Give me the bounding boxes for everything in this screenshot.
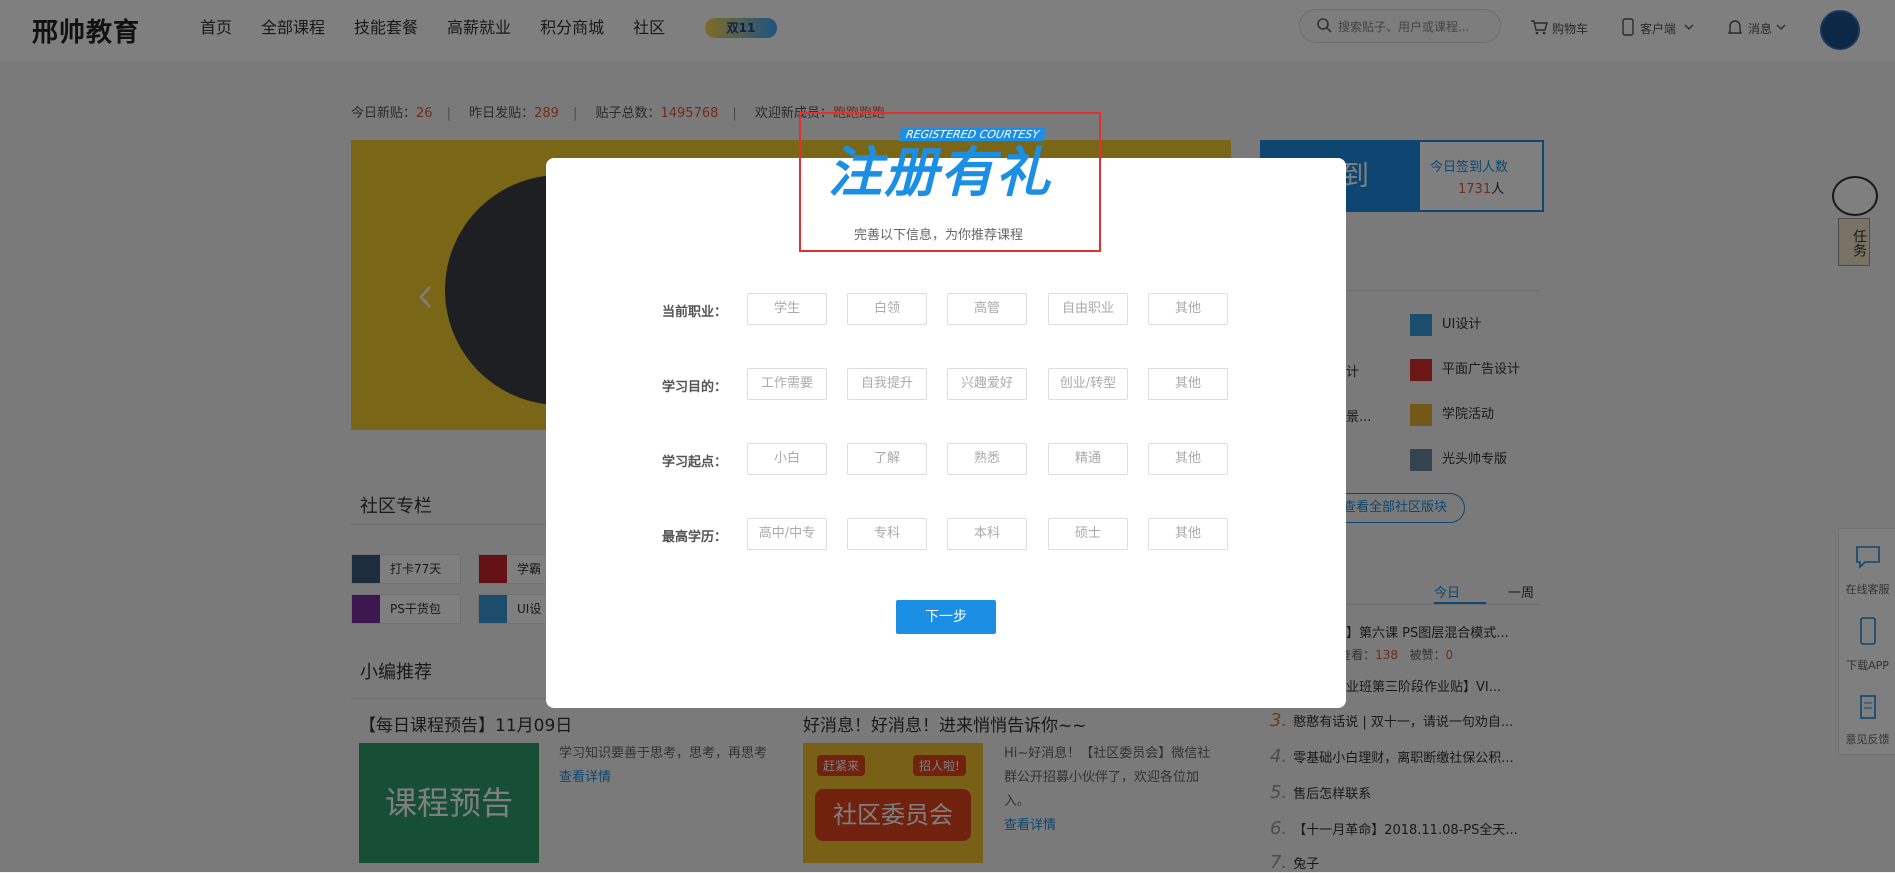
option-high-school[interactable]: 高中/中专 (747, 518, 827, 550)
education-label: 最高学历： (662, 530, 728, 545)
option-career-change[interactable]: 创业/转型 (1048, 368, 1128, 400)
occupation-label: 当前职业： (662, 305, 728, 320)
option-white-collar[interactable]: 白领 (847, 293, 927, 325)
next-step-button[interactable]: 下一步 (896, 600, 996, 634)
option-junior-college[interactable]: 专科 (847, 518, 927, 550)
option-proficient[interactable]: 精通 (1048, 443, 1128, 475)
option-bachelor[interactable]: 本科 (947, 518, 1027, 550)
highlight-frame (799, 112, 1101, 252)
option-purpose-other[interactable]: 其他 (1148, 368, 1228, 400)
option-master[interactable]: 硕士 (1048, 518, 1128, 550)
option-self-improvement[interactable]: 自我提升 (847, 368, 927, 400)
option-education-other[interactable]: 其他 (1148, 518, 1228, 550)
option-work-needs[interactable]: 工作需要 (747, 368, 827, 400)
option-student[interactable]: 学生 (747, 293, 827, 325)
option-hobby[interactable]: 兴趣爱好 (947, 368, 1027, 400)
option-understand[interactable]: 了解 (847, 443, 927, 475)
option-familiar[interactable]: 熟悉 (947, 443, 1027, 475)
option-occupation-other[interactable]: 其他 (1148, 293, 1228, 325)
option-freelancer[interactable]: 自由职业 (1048, 293, 1128, 325)
option-executive[interactable]: 高管 (947, 293, 1027, 325)
purpose-label: 学习目的： (662, 380, 728, 395)
starting-level-label: 学习起点： (662, 455, 728, 470)
option-beginner[interactable]: 小白 (747, 443, 827, 475)
option-level-other[interactable]: 其他 (1148, 443, 1228, 475)
